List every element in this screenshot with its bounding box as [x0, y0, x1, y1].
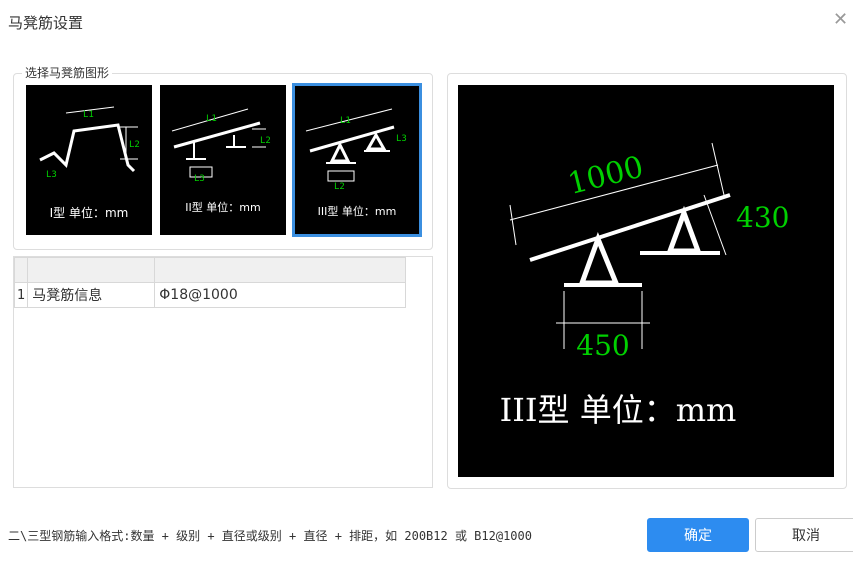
type-3-dim-l3: L3 — [396, 134, 407, 144]
properties-table: 1 马凳筋信息 Φ18@1000 — [13, 257, 407, 308]
row-index: 1 — [13, 282, 29, 308]
type-2-dim-l2: L2 — [260, 136, 271, 146]
input-format-hint: 二\三型钢筋输入格式:数量 + 级别 + 直径或级别 + 直径 + 排距，如 2… — [8, 529, 532, 543]
shape-option-type-2[interactable]: L1 L2 L3 II型 单位：mm — [160, 85, 286, 235]
dialog-title: 马凳筋设置 — [8, 14, 84, 32]
type-3-dim-l2: L2 — [334, 182, 345, 192]
preview-drawing: 1000 430 450 III型 单位：mm — [500, 142, 789, 429]
type-2-dim-l1: L1 — [206, 114, 217, 124]
type-1-drawing: L1 L2 L3 I型 单位：mm — [39, 106, 140, 220]
cancel-button[interactable]: 取消 — [755, 518, 853, 552]
table-header-row — [13, 257, 407, 283]
type-2-drawing: L1 L2 L3 II型 单位：mm — [171, 108, 271, 214]
row-name: 马凳筋信息 — [27, 282, 156, 308]
type-3-drawing: L1 L3 L2 III型 单位：mm — [305, 108, 407, 218]
row-value-input[interactable]: Φ18@1000 — [154, 282, 407, 308]
ok-button[interactable]: 确定 — [647, 518, 749, 552]
type-3-dim-l1: L1 — [340, 116, 351, 126]
type-2-dim-l3: L3 — [194, 174, 205, 184]
type-1-dim-l1: L1 — [83, 110, 94, 120]
preview-dim-bottom: 450 — [576, 329, 629, 362]
preview-dim-right: 430 — [736, 201, 789, 234]
shape-group-label: 选择马凳筋图形 — [22, 64, 113, 81]
header-name-cell — [27, 257, 156, 283]
type-2-caption: II型 单位：mm — [185, 200, 260, 214]
preview-canvas: 1000 430 450 III型 单位：mm — [458, 85, 834, 477]
type-3-caption: III型 单位：mm — [318, 204, 397, 218]
shape-option-type-3[interactable]: L1 L3 L2 III型 单位：mm — [292, 83, 422, 237]
preview-dim-top: 1000 — [564, 150, 647, 202]
close-icon[interactable]: ✕ — [833, 10, 848, 30]
preview-caption: III型 单位：mm — [500, 391, 737, 429]
header-index-cell — [13, 257, 29, 283]
header-value-cell — [154, 257, 407, 283]
properties-grid: 1 马凳筋信息 Φ18@1000 — [13, 256, 433, 488]
table-row[interactable]: 1 马凳筋信息 Φ18@1000 — [13, 282, 407, 308]
type-1-dim-l2: L2 — [129, 140, 140, 150]
shape-option-type-1[interactable]: L1 L2 L3 I型 单位：mm — [26, 85, 152, 235]
type-1-dim-l3: L3 — [46, 170, 57, 180]
type-1-caption: I型 单位：mm — [50, 205, 129, 220]
